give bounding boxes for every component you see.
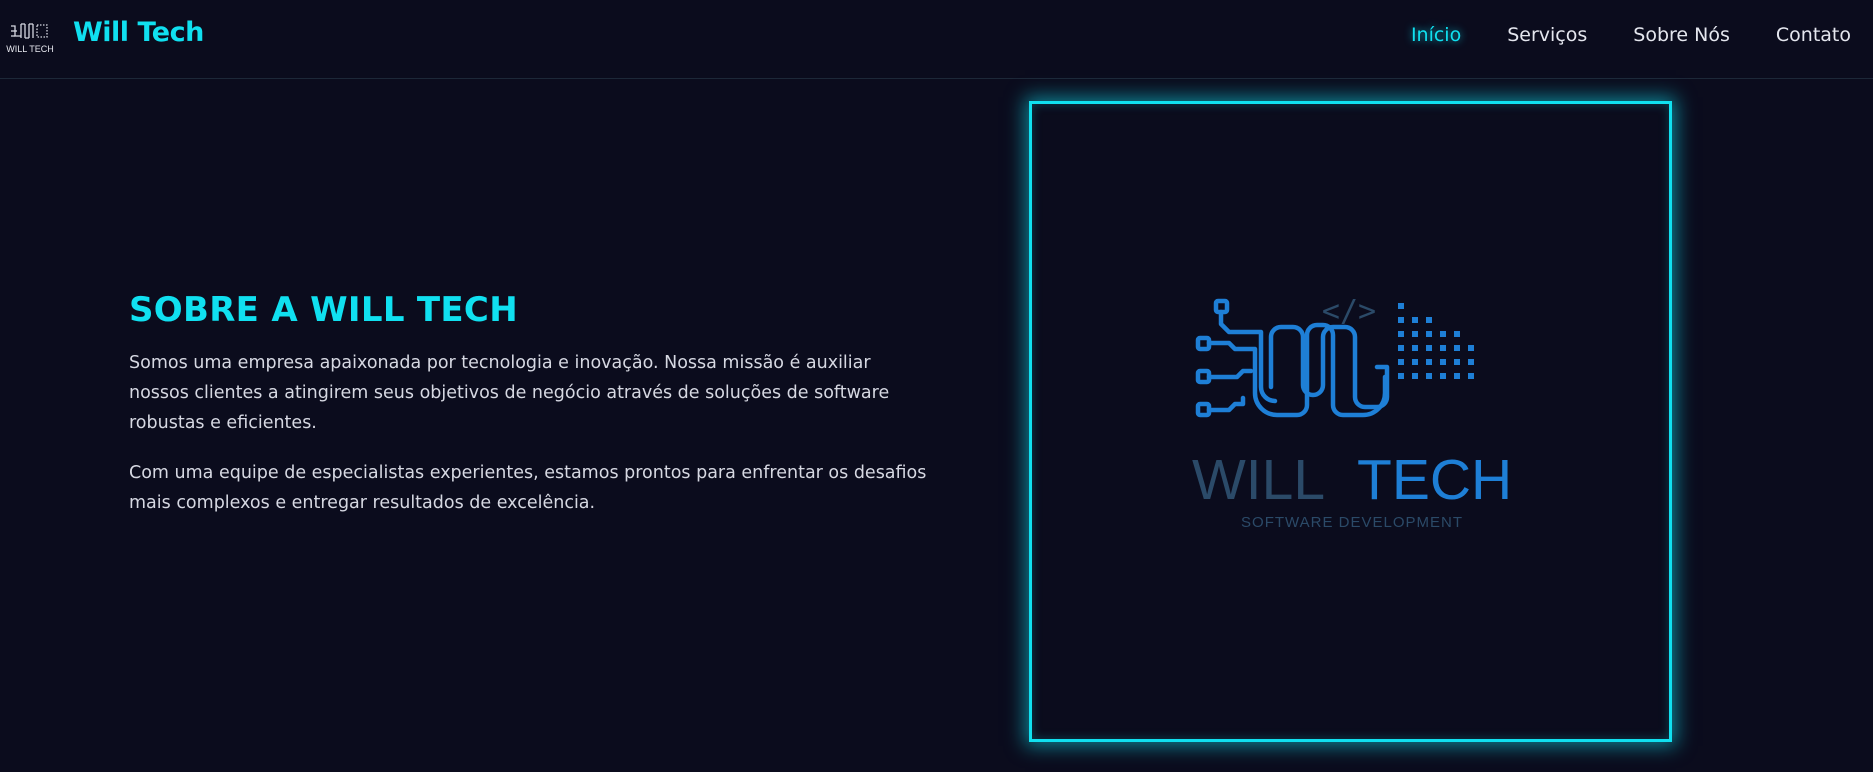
code-tag-text: </> — [1322, 294, 1376, 329]
about-section: SOBRE A WILL TECH Somos uma empresa apai… — [129, 290, 929, 518]
nav-link-sobre-nos[interactable]: Sobre Nós — [1633, 24, 1730, 46]
about-title: SOBRE A WILL TECH — [129, 290, 518, 330]
logo-word-tech: TECH — [1357, 448, 1512, 512]
logo-subtitle: SOFTWARE DEVELOPMENT — [1241, 514, 1463, 531]
hero-image-frame: </> WILL TECH SOFTWARE DEVELOPMENT — [1029, 101, 1672, 742]
nav-link-servicos[interactable]: Serviços — [1507, 24, 1587, 46]
pixel-grid-icon — [1398, 303, 1474, 379]
brand-logo-text: WILL TECH — [6, 44, 54, 54]
main-nav: Início Serviços Sobre Nós Contato — [1365, 24, 1851, 46]
nav-link-contato[interactable]: Contato — [1776, 24, 1851, 46]
brand-logo[interactable]: WILL TECH — [5, 16, 55, 56]
logo-word-will: WILL — [1192, 448, 1325, 512]
about-paragraph: Com uma equipe de especialistas experien… — [129, 463, 927, 513]
nav-link-inicio[interactable]: Início — [1411, 24, 1461, 46]
will-tech-logo-image: </> WILL TECH SOFTWARE DEVELOPMENT — [1192, 294, 1512, 531]
navbar: WILL TECH Will Tech Início Serviços Sobr… — [0, 0, 1873, 79]
circuit-icon — [11, 23, 48, 39]
about-paragraph: Somos uma empresa apaixonada por tecnolo… — [129, 353, 890, 433]
brand-name[interactable]: Will Tech — [73, 17, 204, 48]
